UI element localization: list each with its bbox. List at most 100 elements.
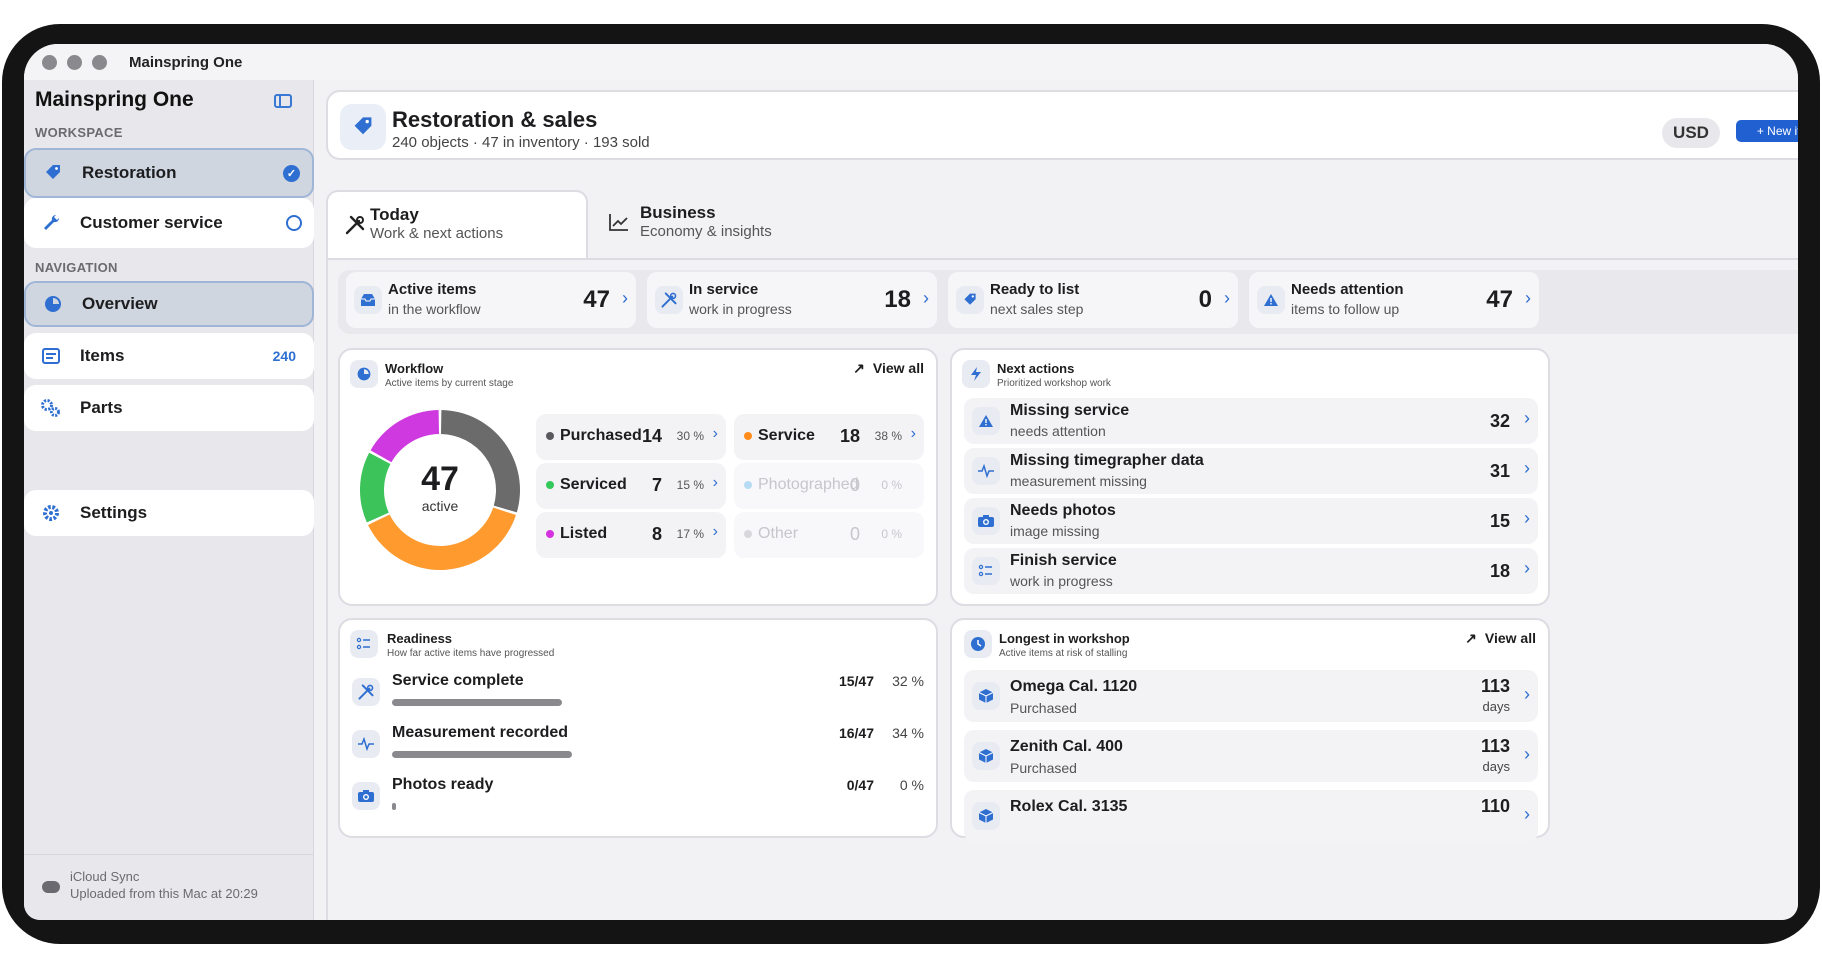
progress-fill <box>392 751 573 758</box>
workflow-stage-row[interactable]: Listed 8 17 % › <box>536 512 726 558</box>
pie-chart-icon <box>350 360 378 388</box>
stat-tile[interactable]: In service work in progress 18 › <box>647 272 937 328</box>
tag-icon <box>956 286 984 314</box>
donut-segment-listed <box>370 410 440 463</box>
app-name: Mainspring One <box>35 88 194 111</box>
progress-fill <box>392 803 396 810</box>
stage-count: 0 <box>849 475 860 495</box>
warning-icon <box>972 407 1000 435</box>
workflow-stage-row[interactable]: Purchased 14 30 % › <box>536 414 726 460</box>
arrow-up-right-icon: ↗ <box>853 360 865 376</box>
chevron-right-icon: › <box>622 288 628 308</box>
chevron-right-icon: › <box>1525 288 1531 308</box>
currency-selector[interactable]: USD <box>1662 118 1720 148</box>
workflow-view-all[interactable]: ↗ View all <box>853 360 924 377</box>
tag-icon <box>42 162 64 184</box>
workflow-stage-row[interactable]: Service 18 38 % › <box>734 414 924 460</box>
readiness-title: Service complete <box>392 672 524 689</box>
waveform-icon <box>972 457 1000 485</box>
chevron-right-icon: › <box>1224 288 1230 308</box>
app-window: Mainspring One Mainspring One WORKSPACE … <box>24 44 1798 920</box>
tab-subtitle: Work & next actions <box>370 225 504 242</box>
readiness-percent: 34 % <box>892 725 924 741</box>
sidebar-item-label: Items <box>80 346 125 365</box>
next-action-row[interactable]: Missing timegrapher data measurement miss… <box>964 448 1538 494</box>
radio-icon <box>286 215 302 231</box>
minimize-window-button[interactable] <box>67 54 82 70</box>
action-count: 32 <box>1489 411 1510 431</box>
next-action-row[interactable]: Missing service needs attention 32 › <box>964 398 1538 444</box>
chevron-right-icon: › <box>712 523 718 540</box>
workspace-label: Restoration <box>82 163 177 182</box>
stage-label: Listed <box>560 525 608 542</box>
stat-tile[interactable]: Ready to list next sales step 0 › <box>948 272 1238 328</box>
readiness-title: Photos ready <box>392 776 494 793</box>
card-title: Next actions <box>997 361 1075 376</box>
workspace-restoration[interactable]: Restoration ✓ <box>24 148 314 198</box>
workspace-label: Customer service <box>80 213 223 232</box>
chevron-right-icon: › <box>1524 684 1530 704</box>
item-stage: Purchased <box>1010 760 1077 776</box>
wrench-icon <box>40 212 62 234</box>
sidebar-item-settings[interactable]: Settings <box>24 490 314 536</box>
cloud-icon <box>42 881 60 893</box>
tab-business[interactable]: Business Economy & insights <box>588 190 848 260</box>
zoom-window-button[interactable] <box>92 54 107 70</box>
action-subtitle: work in progress <box>1010 573 1113 589</box>
stats-row: Active items in the workflow 47 › In service… <box>338 270 1798 334</box>
workshop-item-row[interactable]: Zenith Cal. 400 Purchased 113 days › <box>964 730 1538 782</box>
window-title: Mainspring One <box>129 53 243 71</box>
donut-total-label: active <box>421 498 459 514</box>
stage-color-dot <box>744 530 752 538</box>
cube-icon <box>972 802 1000 830</box>
tab-title: Today <box>370 205 419 224</box>
stat-tile[interactable]: Needs attention items to follow up 47 › <box>1249 272 1539 328</box>
stage-label: Purchased <box>560 427 642 444</box>
stat-subtitle: work in progress <box>689 301 792 317</box>
sidebar: Mainspring One WORKSPACE Restoration ✓ C… <box>24 80 314 920</box>
sidebar-item-overview[interactable]: Overview <box>24 281 314 327</box>
card-subtitle: How far active items have progressed <box>387 648 555 659</box>
workshop-item-row[interactable]: Omega Cal. 1120 Purchased 113 days › <box>964 670 1538 722</box>
tab-title: Business <box>640 203 716 222</box>
chevron-right-icon: › <box>1524 804 1530 824</box>
action-title: Missing timegrapher data <box>1010 452 1204 469</box>
close-window-button[interactable] <box>42 54 57 70</box>
arrow-up-right-icon: ↗ <box>1465 630 1477 646</box>
next-action-row[interactable]: Needs photos image missing 15 › <box>964 498 1538 544</box>
action-subtitle: image missing <box>1010 523 1100 539</box>
tools-icon <box>352 678 380 706</box>
readiness-percent: 32 % <box>892 673 924 689</box>
chevron-right-icon: › <box>1524 508 1530 528</box>
list-icon <box>40 345 62 367</box>
stage-count: 14 <box>641 426 662 446</box>
main-content: Restoration & sales 240 objects · 47 in … <box>314 80 1798 920</box>
next-action-row[interactable]: Finish service work in progress 18 › <box>964 548 1538 594</box>
checklist-icon <box>972 557 1000 585</box>
clock-icon <box>964 630 992 658</box>
tab-panel: Active items in the workflow 47 › In service… <box>326 258 1798 920</box>
workflow-stage-row[interactable]: Serviced 7 15 % › <box>536 463 726 509</box>
tab-today[interactable]: Today Work & next actions <box>326 190 588 260</box>
view-all-label: View all <box>872 360 924 376</box>
camera-icon <box>972 507 1000 535</box>
sidebar-item-items[interactable]: Items 240 <box>24 333 314 379</box>
card-title: Longest in workshop <box>999 631 1130 646</box>
workshop-item-row[interactable]: Rolex Cal. 3135 110 › <box>964 790 1538 842</box>
new-item-button[interactable]: + New item <box>1736 120 1798 142</box>
stat-tile[interactable]: Active items in the workflow 47 › <box>346 272 636 328</box>
sidebar-item-parts[interactable]: Parts <box>24 385 314 431</box>
next-actions-card: Next actions Prioritized workshop work M… <box>950 348 1550 606</box>
readiness-progress-bar <box>392 803 398 810</box>
workspace-customer-service[interactable]: Customer service <box>24 198 314 248</box>
card-subtitle: Prioritized workshop work <box>997 378 1111 389</box>
card-title: Readiness <box>387 631 453 646</box>
sidebar-toggle-icon[interactable] <box>274 94 292 108</box>
item-title: Zenith Cal. 400 <box>1010 738 1123 755</box>
page-header: Restoration & sales 240 objects · 47 in … <box>326 90 1798 160</box>
longest-view-all[interactable]: ↗ View all <box>1465 630 1536 647</box>
days-unit: days <box>1482 759 1510 774</box>
navigation-section-label: NAVIGATION <box>35 260 118 275</box>
readiness-progress-bar <box>392 699 571 706</box>
sidebar-item-label: Parts <box>80 398 123 417</box>
